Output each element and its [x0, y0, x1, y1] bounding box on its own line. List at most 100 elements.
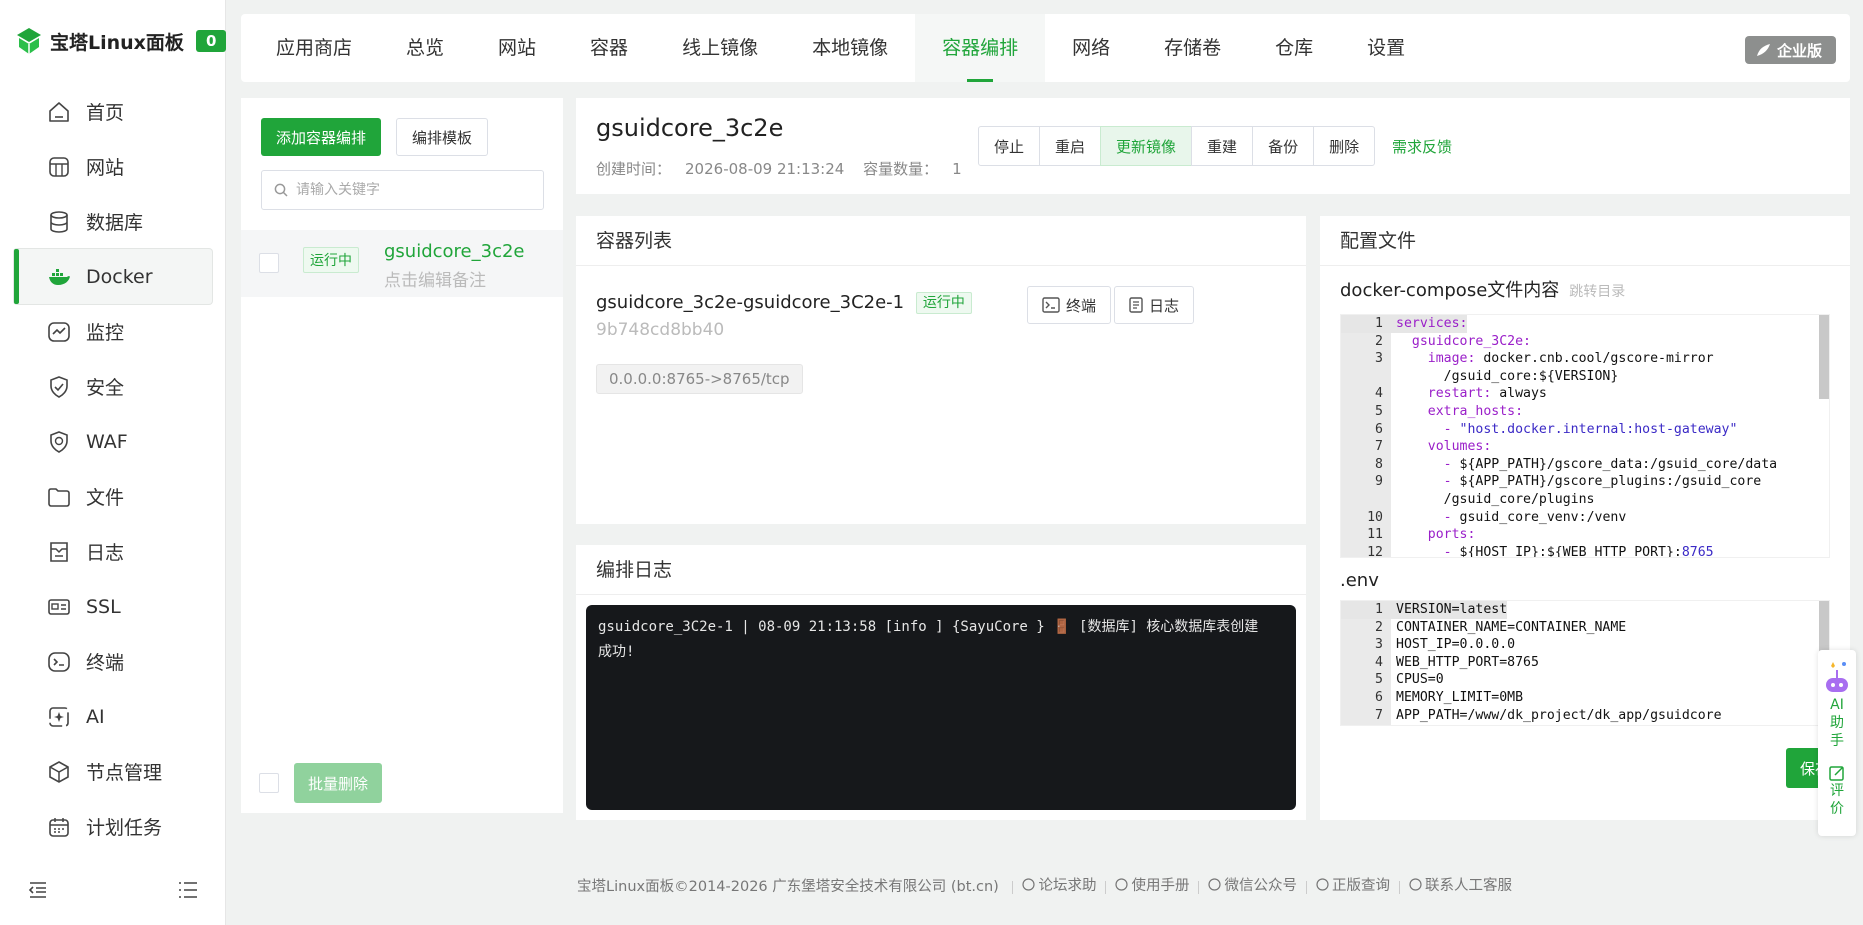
jump-directory-link[interactable]: 跳转目录 — [1569, 284, 1625, 300]
brand-logo[interactable]: 宝塔Linux面板 0 — [16, 24, 227, 58]
yaml-value: ${APP_PATH}/gscore_data:/gsuid_core/data — [1459, 456, 1778, 472]
yaml-key: ports: — [1427, 527, 1476, 543]
collapse-sidebar-icon[interactable] — [28, 881, 48, 899]
compose-template-button[interactable]: 编排模板 — [396, 118, 489, 156]
footer-link-verify[interactable]: 正版查询 — [1316, 874, 1390, 895]
project-header: gsuidcore_3c2e 创建时间： 2026-08-09 21:13:24 … — [576, 98, 1850, 194]
enterprise-button[interactable]: 企业版 — [1744, 36, 1836, 64]
sidebar-item-calendar[interactable]: 计划任务 — [0, 799, 226, 854]
terminal-icon — [1042, 297, 1060, 313]
line-number: 6 — [1375, 421, 1383, 437]
compose-editor[interactable]: 1 services: 2 gsuidcore_3C2e: 3 image: dock… — [1340, 314, 1830, 558]
yaml-value: "host.docker.internal:host-gateway" — [1459, 421, 1738, 437]
sidebar-item-terminal[interactable]: 终端 — [0, 634, 226, 689]
sidebar-item-monitor[interactable]: 监控 — [0, 304, 226, 359]
log-console[interactable]: gsuidcore_3C2e-1 | 08-09 21:13:58 [info … — [586, 605, 1296, 810]
sidebar-item-database[interactable]: 数据库 — [0, 194, 226, 249]
compose-list-item[interactable]: 运行中 gsuidcore_3c2e 点击编辑备注 — [241, 230, 563, 297]
tab-9[interactable]: 仓库 — [1248, 14, 1340, 82]
ai-assistant-label[interactable]: AI助手 — [1828, 696, 1846, 750]
tab-10[interactable]: 设置 — [1340, 14, 1432, 82]
config-header: 配置文件 — [1320, 216, 1850, 266]
yaml-key: image: — [1427, 351, 1476, 367]
batch-delete-button[interactable]: 批量删除 — [294, 763, 383, 803]
edit-note-link[interactable]: 点击编辑备注 — [384, 266, 486, 291]
code-text: services: — [1391, 315, 1468, 333]
rebuild-button[interactable]: 重建 — [1191, 126, 1254, 166]
line-number: 11 — [1367, 527, 1383, 543]
sidebar-item-home[interactable]: 首页 — [0, 84, 226, 139]
tab-6[interactable]: 容器编排 — [915, 14, 1046, 82]
code-text: gsuidcore_3C2e: — [1391, 333, 1531, 351]
backup-button[interactable]: 备份 — [1252, 126, 1315, 166]
ssl-icon — [46, 594, 72, 620]
rate-icon[interactable] — [1828, 764, 1846, 782]
tab-4[interactable]: 线上镜像 — [655, 14, 785, 82]
ai-assistant-icon[interactable] — [1822, 656, 1852, 696]
log-label: 日志 — [1149, 296, 1180, 315]
sidebar-item-ai[interactable]: AI — [0, 689, 226, 744]
code-line: 5 CPUS=0 — [1341, 671, 1829, 689]
tab-8[interactable]: 存储卷 — [1137, 14, 1248, 82]
search-input[interactable] — [296, 182, 536, 198]
sidebar-item-globe[interactable]: 网站 — [0, 139, 226, 194]
sidebar-item-waf[interactable]: WAF — [0, 414, 226, 469]
container-list-header: 容器列表 — [576, 216, 1306, 266]
line-number: 2 — [1375, 619, 1383, 635]
code-text: restart: always — [1391, 385, 1547, 403]
docker-icon — [46, 264, 72, 290]
tab-5[interactable]: 本地镜像 — [785, 14, 915, 82]
tab-3[interactable]: 容器 — [563, 14, 655, 82]
sidebar-item-ssl[interactable]: SSL — [0, 579, 226, 634]
tab-1[interactable]: 总览 — [379, 14, 471, 82]
node-icon — [46, 759, 72, 785]
search-box — [261, 170, 544, 210]
code-line: 11 ports: — [1341, 526, 1829, 544]
restart-button[interactable]: 重启 — [1039, 126, 1102, 166]
log-button[interactable]: 日志 — [1114, 286, 1195, 324]
terminal-button[interactable]: 终端 — [1027, 286, 1112, 324]
tab-0[interactable]: 应用商店 — [249, 14, 379, 82]
select-all-checkbox[interactable] — [259, 773, 279, 793]
tab-2[interactable]: 网站 — [471, 14, 563, 82]
menu-list-icon[interactable] — [178, 881, 198, 899]
code-line: 8 - ${APP_PATH}/gscore_data:/gsuid_core/… — [1341, 456, 1829, 474]
code-text: VERSION=latest — [1391, 601, 1508, 619]
compose-name-link[interactable]: gsuidcore_3c2e — [384, 241, 525, 262]
footer-divider — [1012, 880, 1014, 894]
footer-link-wechat[interactable]: 微信公众号 — [1208, 874, 1297, 895]
sidebar-item-log[interactable]: 日志 — [0, 524, 226, 579]
sidebar-footer — [0, 877, 226, 907]
sidebar-item-folder[interactable]: 文件 — [0, 469, 226, 524]
footer-divider — [1398, 880, 1400, 894]
update-image-button[interactable]: 更新镜像 — [1100, 126, 1193, 166]
feedback-link[interactable]: 需求反馈 — [1392, 136, 1452, 157]
env-editor[interactable]: 1 VERSION=latest 2 CONTAINER_NAME=CONTAINER… — [1340, 600, 1830, 726]
yaml-value: gsuid_core_venv:/venv — [1459, 509, 1627, 525]
waf-icon — [46, 429, 72, 455]
footer-link-manual[interactable]: 使用手册 — [1115, 874, 1189, 895]
code-text: - "host.docker.internal:host-gateway" — [1391, 421, 1738, 439]
code-text: - ${APP_PATH}/gscore_data:/gsuid_core/da… — [1391, 456, 1777, 474]
sidebar: 宝塔Linux面板 0 首页网站数据库 Docker 监控 安全 WAF 文件 日志 SSL 终… — [0, 0, 227, 925]
code-text: CONTAINER_NAME=CONTAINER_NAME — [1396, 619, 1627, 635]
port-mapping: 0.0.0.0:8765->8765/tcp — [596, 364, 803, 394]
sidebar-item-shield[interactable]: 安全 — [0, 359, 226, 414]
footer-link-support[interactable]: 联系人工客服 — [1409, 874, 1512, 895]
add-compose-button[interactable]: 添加容器编排 — [261, 118, 382, 156]
rate-label[interactable]: 评价 — [1828, 782, 1846, 818]
row-checkbox[interactable] — [259, 253, 279, 273]
sidebar-item-node[interactable]: 节点管理 — [0, 744, 226, 799]
sidebar-item-label: 网站 — [86, 157, 125, 179]
footer-link-help[interactable]: 论坛求助 — [1022, 874, 1096, 895]
delete-button[interactable]: 删除 — [1313, 126, 1376, 166]
yaml-value: /gsuid_core/plugins — [1443, 491, 1595, 507]
sidebar-item-docker[interactable]: Docker — [14, 249, 212, 304]
notification-badge[interactable]: 0 — [195, 30, 227, 52]
line-number: 12 — [1367, 544, 1383, 558]
footer-link-label: 使用手册 — [1131, 878, 1190, 894]
yaml-key: restart: — [1427, 386, 1492, 402]
tab-7[interactable]: 网络 — [1045, 14, 1137, 82]
stop-button[interactable]: 停止 — [978, 126, 1041, 166]
sidebar-item-label: SSL — [86, 595, 121, 618]
